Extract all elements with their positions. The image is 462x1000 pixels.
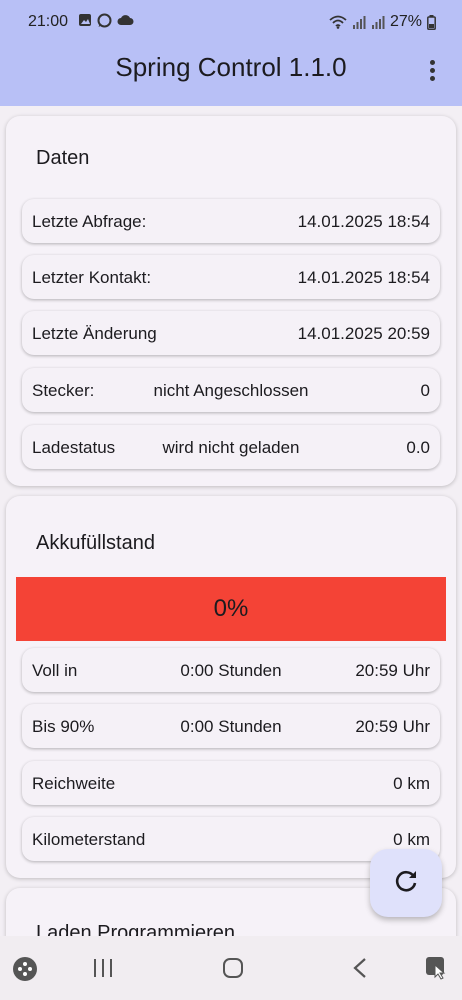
row-value: 0 km: [393, 774, 430, 793]
app-title: Spring Control 1.1.0: [115, 52, 347, 82]
row-label: Letzter Kontakt:: [32, 268, 152, 287]
more-vert-icon[interactable]: [420, 58, 444, 86]
daten-title: Daten: [36, 147, 90, 169]
daten-row-letzte-aenderung: Letzte Änderung 14.01.2025 20:59: [22, 311, 440, 355]
refresh-icon: [395, 871, 417, 892]
touch-icon[interactable]: [424, 955, 450, 981]
refresh-button[interactable]: [370, 849, 442, 917]
row-value: 0 km: [393, 830, 430, 849]
status-time: 21:00: [28, 13, 69, 30]
akku-title: Akkufüllstand: [36, 532, 155, 554]
row-value: 20:59 Uhr: [355, 717, 430, 736]
row-value: 14.01.2025 18:54: [297, 268, 430, 287]
cloud-icon: [117, 15, 134, 26]
battery-icon: [427, 14, 436, 30]
whatsapp-icon: [97, 13, 112, 28]
battery-level-bar: 0%: [16, 577, 446, 641]
akku-row-bis-90: Bis 90% 0:00 Stunden 20:59 Uhr: [22, 704, 440, 748]
row-label: Kilometerstand: [32, 830, 146, 849]
app-bar: 21:00 27% Spring Control 1.1.0: [0, 0, 462, 106]
notification-icons: [78, 13, 134, 28]
signal-icon: [352, 16, 366, 29]
row-value: 14.01.2025 18:54: [297, 212, 430, 231]
system-nav-bar: [0, 936, 462, 1000]
akku-row-reichweite: Reichweite 0 km: [22, 761, 440, 805]
row-status: wird nicht geladen: [162, 438, 300, 457]
home-icon[interactable]: [222, 957, 244, 979]
row-label: Letzte Abfrage:: [32, 212, 147, 231]
daten-row-letzter-kontakt: Letzter Kontakt: 14.01.2025 18:54: [22, 255, 440, 299]
battery-percent: 27%: [389, 13, 422, 30]
row-value: 14.01.2025 20:59: [297, 324, 430, 343]
daten-row-ladestatus: Ladestatus wird nicht geladen 0.0: [22, 425, 440, 469]
game-launcher-icon[interactable]: [12, 956, 38, 982]
back-icon[interactable]: [352, 957, 368, 979]
row-value: 0.0: [406, 438, 430, 457]
row-label: Reichweite: [32, 774, 116, 793]
daten-card: Daten Letzte Abfrage: 14.01.2025 18:54 L…: [6, 116, 456, 486]
row-value: 20:59 Uhr: [355, 661, 430, 680]
system-icons: 27%: [329, 13, 436, 31]
daten-row-stecker: Stecker: nicht Angeschlossen 0: [22, 368, 440, 412]
row-status: nicht Angeschlossen: [153, 381, 309, 400]
row-value: 0: [420, 381, 430, 400]
wifi-icon: [329, 15, 347, 29]
akku-row-voll-in: Voll in 0:00 Stunden 20:59 Uhr: [22, 648, 440, 692]
akku-card: Akkufüllstand 0% Voll in 0:00 Stunden 20…: [6, 496, 456, 878]
recent-apps-icon[interactable]: [92, 958, 114, 978]
image-icon: [79, 14, 91, 26]
status-bar: 21:00 27%: [0, 0, 462, 44]
daten-row-letzte-abfrage: Letzte Abfrage: 14.01.2025 18:54: [22, 199, 440, 243]
row-label: Letzte Änderung: [32, 324, 157, 343]
signal-icon-2: [371, 16, 385, 29]
